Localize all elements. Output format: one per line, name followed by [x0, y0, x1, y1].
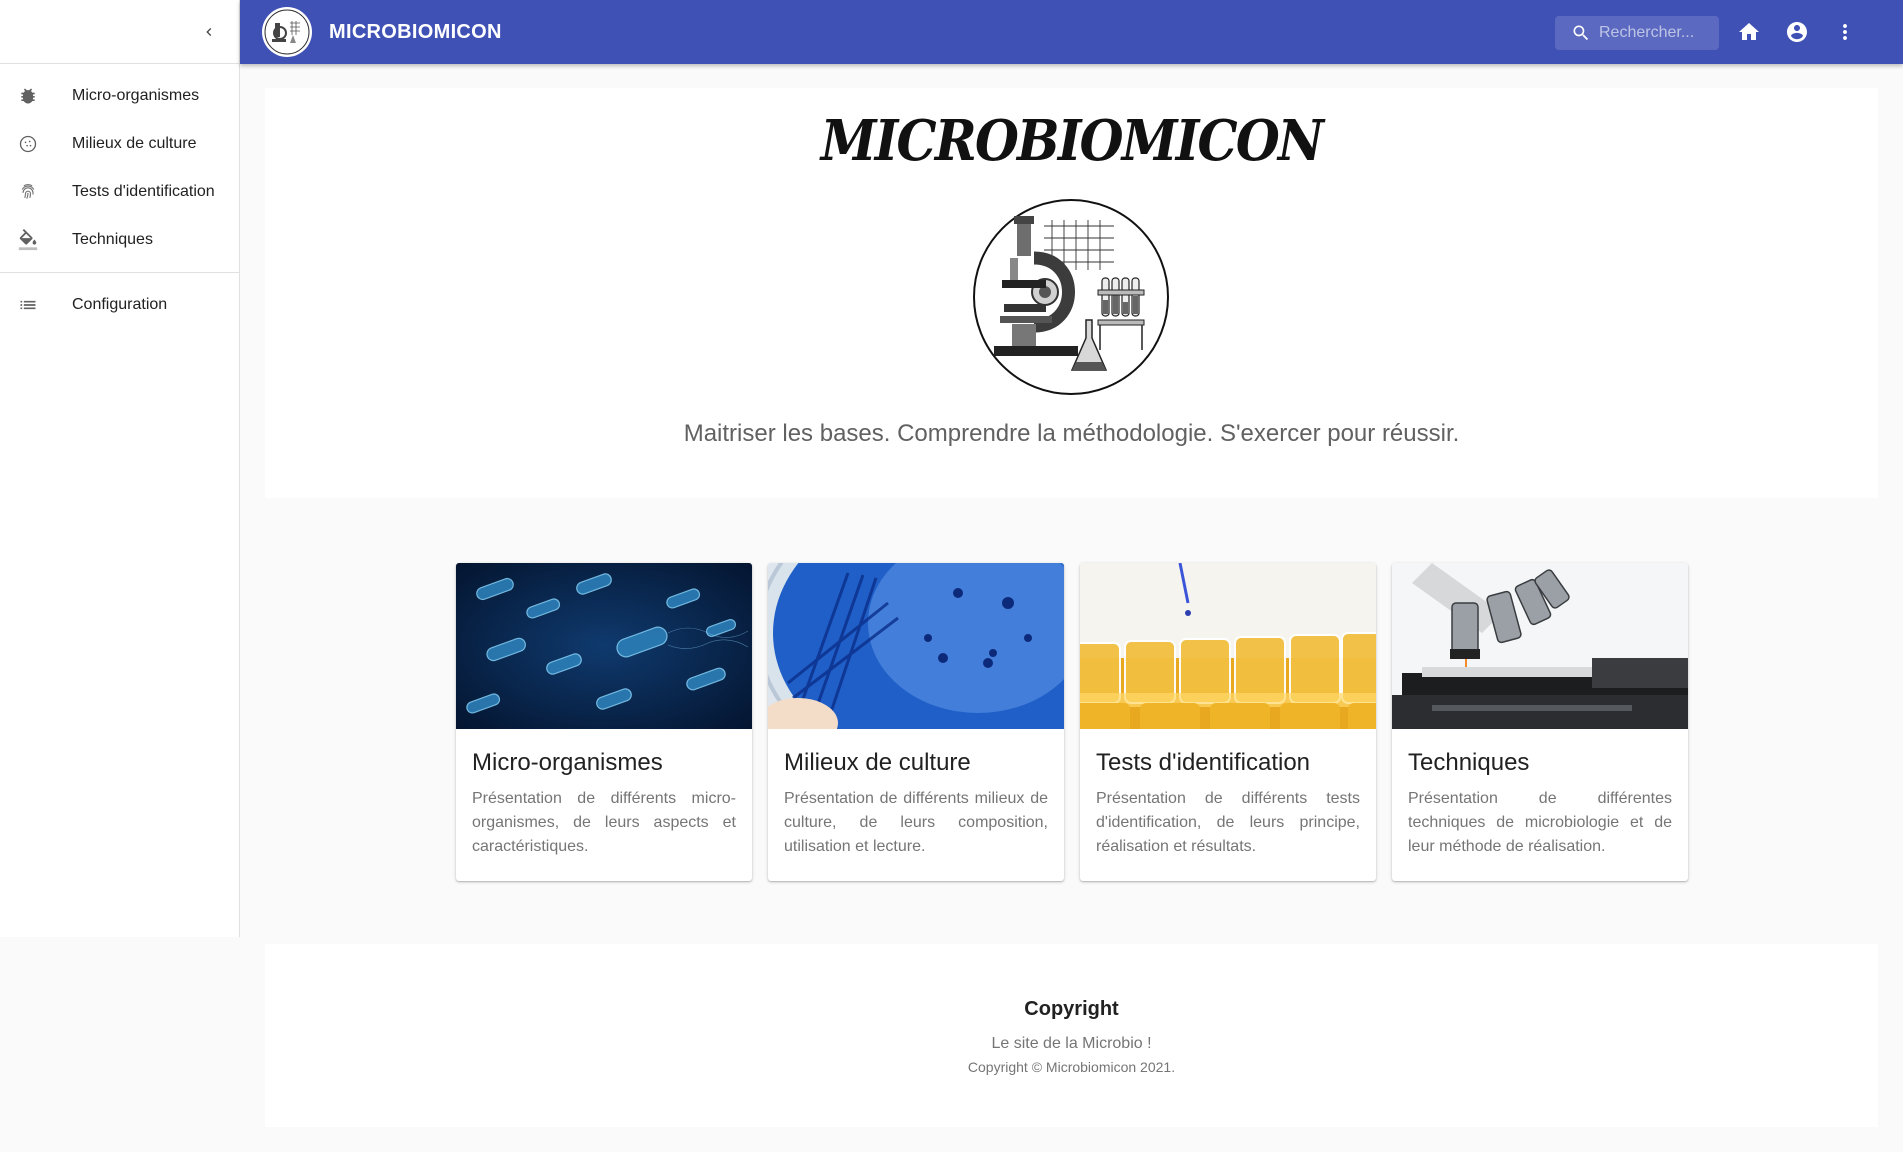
paint-bucket-icon [14, 229, 42, 251]
top-app-bar: MICROBIOMICON [240, 0, 1903, 64]
microscope-image [1392, 563, 1688, 729]
card-description: Présentation de différents tests d'ident… [1096, 790, 1360, 855]
card-milieux-de-culture[interactable]: Milieux de culture Présentation de diffé… [768, 563, 1064, 881]
sidebar-item-label: Configuration [72, 296, 168, 313]
brand-logo[interactable] [262, 7, 312, 57]
sidebar-item-micro-organismes[interactable]: Micro-organismes [0, 72, 239, 120]
petri-dish-icon [14, 134, 42, 154]
footer: Copyright Le site de la Microbio ! Copyr… [265, 944, 1878, 1127]
card-title: Milieux de culture [784, 749, 971, 776]
account-circle-icon [1787, 22, 1807, 42]
card-title: Tests d'identification [1096, 749, 1311, 776]
card-tests-identification[interactable]: Tests d'identification Présentation de d… [1080, 563, 1376, 881]
footer-copyright: Copyright © Microbiomicon 2021. [967, 1059, 1176, 1075]
more-menu-button[interactable] [1833, 20, 1857, 44]
sidebar-item-label: Techniques [72, 231, 153, 248]
sidebar-item-label: Milieux de culture [72, 135, 197, 152]
list-icon [14, 295, 42, 315]
microscope-emblem [972, 198, 1170, 396]
hero-banner: MICROBIOMICON Maitriser les bases. Compr… [265, 88, 1878, 498]
sidebar-item-milieux-de-culture[interactable]: Milieux de culture [0, 120, 239, 168]
bacteria-image [456, 563, 752, 729]
sidebar-item-tests-identification[interactable]: Tests d'identification [0, 168, 239, 216]
petri-dish-image [768, 563, 1064, 729]
home-icon [1739, 23, 1759, 40]
search-icon [1573, 25, 1589, 41]
card-title: Micro-organismes [472, 749, 663, 776]
sidebar-divider [0, 272, 239, 273]
footer-subtitle: Le site de la Microbio ! [991, 1035, 1152, 1052]
sidebar-item-label: Tests d'identification [72, 183, 215, 200]
sidebar-item-label: Micro-organismes [72, 87, 200, 104]
test-tubes-image [1080, 563, 1376, 729]
home-button[interactable] [1737, 20, 1761, 44]
search-box[interactable] [1555, 16, 1719, 50]
card-title: Techniques [1408, 749, 1530, 776]
card-description: Présentation de différents micro-organis… [472, 790, 736, 855]
app-title[interactable]: MICROBIOMICON [329, 21, 502, 44]
search-input[interactable] [1599, 24, 1709, 42]
card-techniques[interactable]: Techniques Présentation de différentes t… [1392, 563, 1688, 881]
footer-title: Copyright [1024, 998, 1119, 1020]
card-description: Présentation de différentes techniques d… [1408, 790, 1672, 855]
bug-icon [14, 86, 42, 106]
sidebar-nav: Micro-organismes Milieux de culture Test… [0, 64, 239, 329]
chevron-left-icon [206, 28, 212, 36]
more-vert-icon [1843, 24, 1847, 40]
hero-title: MICROBIOMICON [820, 108, 1324, 174]
fingerprint-icon [14, 182, 42, 202]
sidebar-header [0, 0, 239, 64]
sidebar-item-configuration[interactable]: Configuration [0, 281, 239, 329]
card-description: Présentation de différents milieux de cu… [784, 790, 1048, 855]
account-button[interactable] [1785, 20, 1809, 44]
card-micro-organismes[interactable]: Micro-organismes Présentation de différe… [456, 563, 752, 881]
sidebar-item-techniques[interactable]: Techniques [0, 216, 239, 264]
hero-tagline: Maitriser les bases. Comprendre la métho… [683, 420, 1460, 447]
collapse-sidebar-button[interactable] [195, 18, 223, 46]
sidebar: Micro-organismes Milieux de culture Test… [0, 0, 240, 937]
